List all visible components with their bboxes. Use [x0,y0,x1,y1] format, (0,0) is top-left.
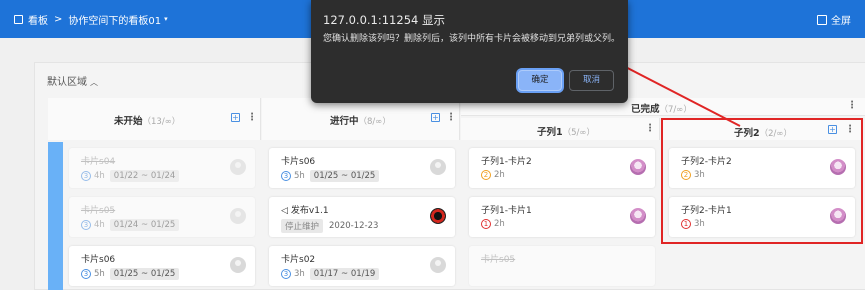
card[interactable]: 卡片s04 3 4h 01/22 ~ 01/24 [69,148,255,188]
more-options-icon[interactable]: ⋮ [847,101,857,111]
avatar[interactable] [430,159,446,175]
card-meta: 3 5h 01/25 ~ 01/25 [281,170,380,182]
priority-badge: 3 [281,269,291,279]
area-title[interactable]: 默认区域 ︿ [47,73,98,88]
confirm-dialog: 127.0.0.1:11254 显示 您确认删除该列吗？删除列后，该列中所有卡片… [311,0,628,103]
card-estimate: 5h [94,269,105,279]
card-estimate: 2h [494,219,505,229]
card[interactable]: 子列1-卡片1 1 2h [469,197,655,237]
card-dates: 01/25 ~ 01/25 [109,268,180,280]
cancel-button[interactable]: 取消 [569,70,614,91]
dialog-message: 您确认删除该列吗？删除列后，该列中所有卡片会被移动到兄弟列或父列。 [323,34,621,44]
card-title: 卡片s04 [81,157,116,167]
avatar[interactable] [230,159,246,175]
add-card-icon[interactable]: + [431,113,440,122]
card-meta: 停止维护 2020-12-23 [281,219,378,233]
avatar[interactable] [230,257,246,273]
area-title-text: 默认区域 [47,77,87,88]
more-options-icon[interactable]: ⋮ [645,124,655,134]
lane-color-strip [48,142,63,290]
column-header-todo: 未开始（13/∞） + ⋮ [48,98,261,140]
avatar[interactable] [430,208,446,224]
card[interactable]: 子列1-卡片2 2 2h [469,148,655,188]
column-count: （7/∞） [659,105,692,115]
chevron-down-icon[interactable]: ▾ [164,15,168,23]
release-flag-icon: ◁ [281,206,288,216]
card-meta: 3 4h 01/24 ~ 01/25 [81,219,180,231]
ok-button[interactable]: 确定 [518,70,562,91]
card-dates: 01/17 ~ 01/19 [309,268,380,280]
avatar[interactable] [630,208,646,224]
card-title: 子列1-卡片1 [481,206,532,216]
chevron-up-icon[interactable]: ︿ [90,78,98,87]
avatar[interactable] [230,208,246,224]
card-meta: 3 5h 01/25 ~ 01/25 [81,268,180,280]
avatar[interactable] [430,257,446,273]
card-estimate: 2h [494,170,505,180]
board-icon [14,14,23,24]
status-tag: 停止维护 [281,219,324,233]
add-card-icon[interactable]: + [231,113,240,122]
card[interactable]: 卡片s02 3 3h 01/17 ~ 01/19 [269,246,455,286]
more-options-icon[interactable]: ⋮ [247,113,257,123]
card-meta: 2 2h [481,170,505,180]
priority-badge: 3 [81,220,91,230]
card-title: 卡片s05 [81,206,116,216]
column-count: （8/∞） [358,117,391,127]
card-title: 子列1-卡片2 [481,157,532,167]
dialog-host: 127.0.0.1:11254 显示 [323,13,445,27]
breadcrumb-board[interactable]: 协作空间下的看板01 [68,12,161,27]
card-estimate: 3h [294,269,305,279]
card-title: 卡片s02 [281,255,316,265]
card-dates: 01/22 ~ 01/24 [109,170,180,182]
priority-badge: 3 [81,171,91,181]
card[interactable]: ◁ 发布v1.1 停止维护 2020-12-23 [269,197,455,237]
more-options-icon[interactable]: ⋮ [446,113,456,123]
card-meta: 1 2h [481,219,505,229]
breadcrumb-separator: > [54,13,63,25]
fullscreen-label: 全屏 [831,16,851,27]
column-count: （13/∞） [142,117,181,127]
card-estimate: 4h [94,220,105,230]
priority-badge: 3 [81,269,91,279]
card-dates: 01/24 ~ 01/25 [109,219,180,231]
card-title: 卡片s06 [281,157,316,167]
column-header-doing: 进行中（8/∞） + ⋮ [262,98,460,140]
card-meta: 3 4h 01/22 ~ 01/24 [81,170,180,182]
column-title: 进行中（8/∞） [330,116,391,127]
card-meta: 3 3h 01/17 ~ 01/19 [281,268,380,280]
priority-badge: 1 [481,219,491,229]
card[interactable]: 卡片s06 3 5h 01/25 ~ 01/25 [69,246,255,286]
fullscreen-button[interactable]: 全屏 [817,12,851,27]
column-title: 未开始（13/∞） [114,116,181,127]
column-title: 已完成（7/∞） [631,104,692,115]
priority-badge: 3 [281,171,291,181]
column-title: 子列1（5/∞） [537,127,595,138]
card[interactable]: 卡片s05 [469,246,655,286]
card-title: ◁ 发布v1.1 [281,206,329,216]
fullscreen-icon [817,14,827,25]
card-estimate: 5h [294,171,305,181]
card-estimate: 4h [94,171,105,181]
avatar[interactable] [630,159,646,175]
card-title: 卡片s05 [481,255,516,265]
card[interactable]: 卡片s05 3 4h 01/24 ~ 01/25 [69,197,255,237]
column-header-sub1: 子列1（5/∞） ⋮ [461,118,660,140]
card-dates: 01/25 ~ 01/25 [309,170,380,182]
highlight-box [661,118,863,244]
card-title: 卡片s06 [81,255,116,265]
priority-badge: 2 [481,170,491,180]
card-date: 2020-12-23 [329,221,379,231]
column-count: （5/∞） [562,128,595,138]
card[interactable]: 卡片s06 3 5h 01/25 ~ 01/25 [269,148,455,188]
breadcrumb-root[interactable]: 看板 [28,12,48,27]
